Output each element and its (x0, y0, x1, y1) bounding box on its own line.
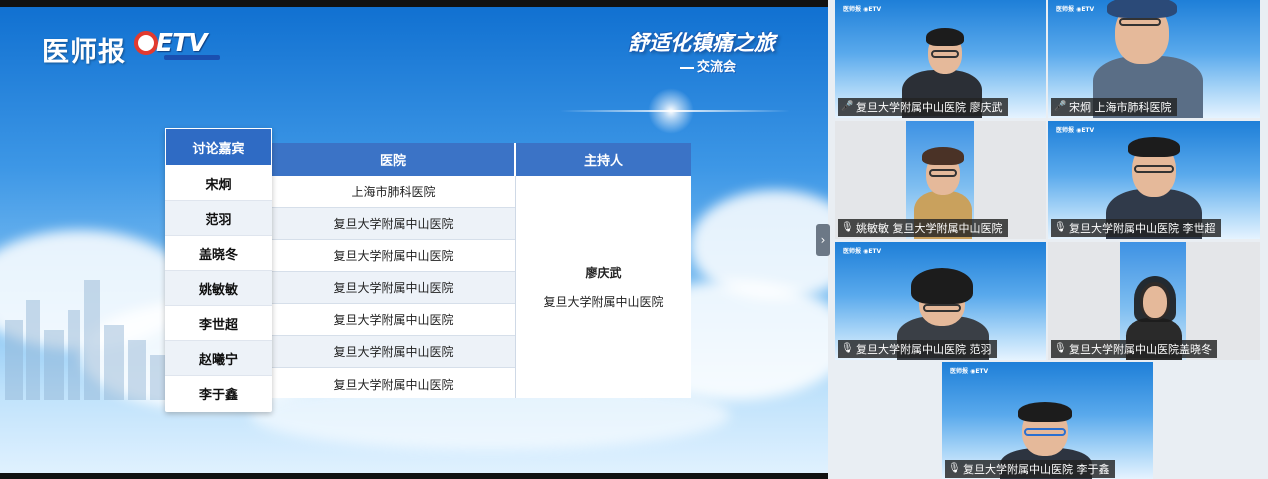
participant-label: 🎙 复旦大学附属中山医院盖晓冬 (1051, 340, 1217, 358)
host-name: 廖庆武 (585, 266, 622, 280)
hospital-header: 医院 (272, 143, 515, 176)
video-tile[interactable]: 🎙 姚敏敏 复旦大学附属中山医院 (835, 121, 1046, 239)
mini-logo: 医师报 ◉ETV (1056, 127, 1095, 134)
mic-muted-icon: 🎙 (1054, 343, 1067, 354)
participant-label: 🎤 复旦大学附属中山医院 廖庆武 (838, 98, 1008, 116)
video-tile[interactable]: 医师报 ◉ETV 🎙 复旦大学附属中山医院 范羽 (835, 242, 1046, 360)
mic-muted-icon: 🎙 (841, 222, 854, 233)
host-hospital: 复旦大学附属中山医院 (543, 295, 664, 309)
video-tile[interactable]: 医师报 ◉ETV 🎙 复旦大学附属中山医院 李于鑫 (942, 362, 1153, 479)
guest-name: 李于鑫 (198, 388, 238, 403)
participant-label: 🎙 姚敏敏 复旦大学附属中山医院 (838, 219, 1008, 237)
guests-header: 讨论嘉宾 (165, 128, 272, 166)
mic-muted-icon: 🎙 (1054, 222, 1067, 233)
etv-logo: ETV (134, 28, 226, 64)
guest-name: 赵曦宁 (165, 341, 272, 376)
etv-logo-circle (134, 31, 158, 55)
top-bar (0, 0, 828, 7)
hospital-cell: 复旦大学附属中山医院 (272, 336, 515, 368)
mic-icon: 🎤 (1054, 101, 1067, 112)
guest-name: 宋炯 (165, 166, 272, 201)
hospital-cell: 复旦大学附属中山医院 (272, 208, 515, 240)
etv-logo-bar (164, 55, 220, 60)
guest-name: 盖晓冬 (165, 236, 272, 271)
mic-muted-icon: 🎙 (841, 343, 854, 354)
event-title: 舒适化镇痛之旅 (628, 30, 775, 55)
host-header: 主持人 (516, 143, 691, 176)
participant-label: 🎤 宋炯 上海市肺科医院 (1051, 98, 1177, 116)
video-tile[interactable]: 医师报 ◉ETV 🎤 复旦大学附属中山医院 廖庆武 (835, 0, 1046, 118)
mic-icon: 🎤 (841, 101, 854, 112)
collapse-panel-button[interactable]: › (816, 224, 830, 256)
video-tile[interactable]: 医师报 ◉ETV 🎤 宋炯 上海市肺科医院 (1048, 0, 1260, 118)
video-tile[interactable]: 🎙 复旦大学附属中山医院盖晓冬 (1048, 242, 1260, 360)
presentation-slide: 医师报 ETV 舒适化镇痛之旅 交流会 医院 主持人 上海市肺科医院 复旦大学附… (0, 0, 828, 479)
hospital-cell: 复旦大学附属中山医院 (272, 304, 515, 336)
schedule-table: 医院 主持人 上海市肺科医院 复旦大学附属中山医院 复旦大学附属中山医院 复旦大… (272, 143, 691, 398)
mini-logo: 医师报 ◉ETV (950, 368, 989, 375)
mini-logo: 医师报 ◉ETV (843, 248, 882, 255)
guest-column: 讨论嘉宾 宋炯 范羽 盖晓冬 姚敏敏 李世超 赵曦宁 李于鑫 (165, 128, 272, 412)
mini-logo: 医师报 ◉ETV (1056, 6, 1095, 13)
hospital-cell: 复旦大学附属中山医院 (333, 377, 454, 392)
event-subtitle: 交流会 (680, 56, 736, 75)
guest-name: 范羽 (165, 201, 272, 236)
mic-muted-icon: 🎙 (948, 463, 961, 474)
participant-label: 🎙 复旦大学附属中山医院 李于鑫 (945, 460, 1115, 478)
video-tile[interactable]: 医师报 ◉ETV 🎙 复旦大学附属中山医院 李世超 (1048, 121, 1260, 239)
host-cell: 廖庆武 复旦大学附属中山医院 (515, 176, 691, 398)
hospital-cell: 复旦大学附属中山医院 (272, 272, 515, 304)
guest-name: 姚敏敏 (165, 271, 272, 306)
guest-name: 李世超 (165, 306, 272, 341)
hospital-cell: 上海市肺科医院 (272, 176, 515, 208)
participant-label: 🎙 复旦大学附属中山医院 李世超 (1051, 219, 1221, 237)
city-skyline (5, 280, 174, 400)
mini-logo: 医师报 ◉ETV (843, 6, 882, 13)
etv-logo-text: ETV (156, 28, 207, 57)
light-flare-line (560, 110, 790, 112)
yishibao-logo: 医师报 (42, 37, 126, 68)
participant-label: 🎙 复旦大学附属中山医院 范羽 (838, 340, 997, 358)
hospital-cell: 复旦大学附属中山医院 (272, 240, 515, 272)
bottom-bar (0, 473, 828, 479)
